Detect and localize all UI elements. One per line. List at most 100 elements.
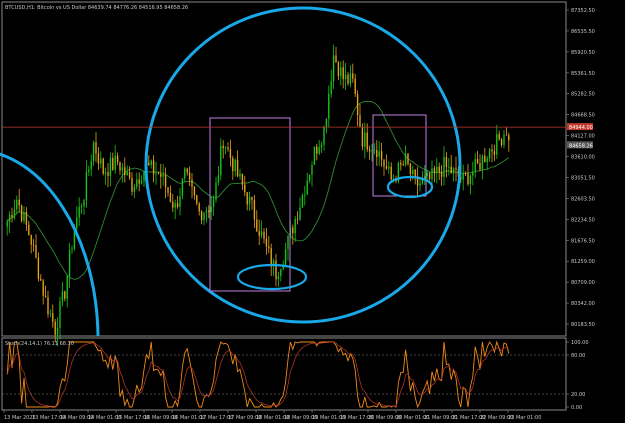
candle-body [244, 184, 246, 193]
candle-body [176, 203, 179, 207]
candle-body [424, 176, 426, 179]
x-tick-label: 13 Mar 2025 [4, 415, 36, 421]
candle-body [179, 196, 181, 207]
candle-body [452, 168, 455, 174]
candle-body [208, 210, 210, 212]
candle-body [378, 151, 380, 157]
y-tick-label: 83051.50 [571, 175, 595, 181]
candle-body [505, 134, 508, 136]
candle-body [445, 157, 448, 167]
candle-body [71, 248, 73, 251]
candle-body [371, 150, 373, 152]
candle-body [90, 160, 92, 170]
candle-body [462, 172, 464, 180]
candle-body [215, 182, 217, 200]
candle-body [500, 139, 503, 146]
candle-body [234, 159, 236, 172]
candle-body [164, 174, 167, 188]
candle-body [66, 276, 68, 299]
candle-body [200, 211, 203, 221]
candle-body [47, 297, 49, 315]
candle-body [248, 196, 251, 205]
candle-body [488, 149, 491, 159]
candle-body [412, 169, 414, 174]
candle-body [342, 67, 344, 80]
candle-body [352, 73, 354, 79]
candle-body [316, 146, 318, 154]
candle-body [172, 201, 174, 208]
candle-body [256, 219, 258, 232]
candle-body [390, 166, 392, 180]
candle-body [97, 153, 100, 164]
candle-body [246, 192, 248, 205]
candle-body [467, 173, 469, 185]
candle-body [433, 168, 436, 173]
candle-body [335, 55, 337, 63]
candle-body [224, 147, 227, 149]
candle-body [143, 171, 145, 182]
chart-canvas[interactable]: 87352.50 86535.50 85920.50 85361.50 85282.50… [0, 0, 625, 423]
candle-body [16, 199, 18, 210]
candle-body [455, 168, 457, 170]
candle-body [18, 199, 20, 206]
candle-body [184, 168, 186, 179]
candle-body [340, 67, 342, 77]
candle-body [222, 145, 224, 149]
y-tick-label: 81676.50 [571, 238, 595, 244]
price-level-label: 84944.00 [569, 125, 593, 131]
candle-body [188, 172, 191, 180]
candle-body [186, 168, 188, 173]
candle-body [388, 166, 390, 169]
candle-body [407, 153, 409, 164]
candle-body [356, 93, 359, 116]
candle-body [280, 269, 282, 277]
candle-body [23, 212, 25, 221]
candle-body [203, 212, 205, 221]
candle-body [227, 147, 229, 150]
candle-body [508, 135, 510, 141]
candle-body [121, 167, 124, 171]
candle-body [59, 301, 61, 328]
candle-body [306, 180, 308, 195]
candle-body [486, 158, 488, 163]
candle-body [294, 218, 296, 234]
candle-body [210, 206, 212, 212]
candle-body [287, 235, 289, 249]
candle-body [296, 218, 299, 220]
candle-body [20, 205, 23, 221]
candle-body [232, 158, 234, 172]
candle-body [92, 142, 95, 161]
candle-body [104, 172, 107, 174]
candle-body [376, 149, 378, 157]
candle-body [323, 126, 325, 145]
candle-body [212, 199, 215, 207]
candle-body [229, 149, 232, 159]
candle-body [498, 134, 500, 140]
candle-body [332, 55, 335, 82]
candle-body [64, 291, 66, 299]
candle-body [301, 195, 304, 208]
candle-body [6, 222, 8, 227]
candle-body [128, 171, 131, 178]
candle-body [37, 257, 40, 279]
candle-body [325, 118, 328, 127]
candle-body [68, 250, 71, 277]
candle-body [56, 327, 59, 335]
candle-body [136, 179, 138, 188]
candle-body [169, 192, 172, 202]
candle-body [174, 203, 176, 208]
candle-body [76, 217, 78, 229]
candle-body [131, 177, 133, 192]
candle-body [496, 134, 498, 155]
time-axis: 13 Mar 202513 Mar 17:0014 Mar 09:0014 Ma… [3, 410, 541, 421]
candle-body [102, 158, 104, 174]
candle-body [119, 162, 121, 171]
candle-body [373, 149, 376, 151]
candle-body [481, 155, 484, 170]
candle-body [479, 163, 481, 170]
candle-body [359, 115, 361, 128]
y-tick-label: 82234.50 [571, 217, 595, 223]
candle-body [155, 173, 157, 175]
candle-body [503, 134, 505, 146]
candle-body [337, 62, 340, 77]
